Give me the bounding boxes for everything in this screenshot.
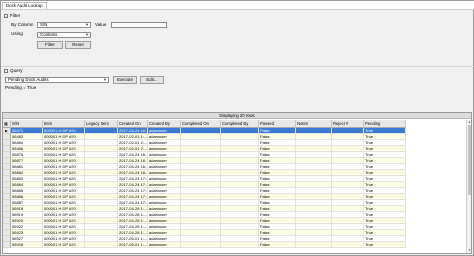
column-header[interactable]: Legacy Item — [85, 120, 118, 128]
column-header[interactable]: Completed On — [181, 120, 221, 128]
query-header-label: Query — [10, 68, 23, 73]
table-cell[interactable]: True — [364, 242, 406, 248]
by-column-value: S/N — [40, 22, 48, 27]
table-cell[interactable]: adamuser — [148, 242, 181, 248]
scrollbar-thumb[interactable] — [468, 125, 471, 195]
table-cell[interactable] — [296, 242, 332, 248]
value-input[interactable] — [111, 22, 167, 28]
row-header[interactable] — [3, 242, 11, 248]
window-tab[interactable]: Dock Audit Lookup — [2, 2, 47, 9]
collapse-toggle-icon[interactable]: - — [4, 13, 8, 18]
execute-button[interactable]: Execute — [113, 76, 137, 84]
scroll-down-icon[interactable]: ▼ — [467, 248, 471, 253]
reset-button[interactable]: Reset — [65, 41, 91, 49]
grid-corner-icon[interactable]: ▦ — [3, 120, 11, 128]
query-group-header[interactable]: - Query — [4, 68, 23, 74]
edit-button[interactable]: Edit... — [140, 76, 164, 84]
table-cell[interactable]: 2017-05-01 1:... — [118, 242, 148, 248]
using-select[interactable]: Contains ▼ — [37, 32, 91, 38]
table-cell[interactable] — [221, 242, 259, 248]
filter-group-header[interactable]: - Filter — [4, 13, 20, 19]
table-cell[interactable]: 56928 — [11, 242, 43, 248]
value-label: Value — [95, 22, 107, 27]
table-cell[interactable] — [332, 242, 364, 248]
by-column-select[interactable]: S/N ▼ — [37, 22, 91, 28]
using-label: Using — [11, 31, 23, 36]
column-header[interactable]: Completed By — [221, 120, 259, 128]
title-bar: Dock Audit Lookup — [1, 1, 474, 10]
query-selected-value: Pending Dock Audits — [8, 77, 49, 82]
table-cell[interactable] — [181, 242, 221, 248]
collapse-toggle-icon[interactable]: - — [4, 68, 8, 73]
filter-button[interactable]: Filter — [37, 41, 63, 49]
filter-header-label: Filter — [10, 13, 21, 18]
table-row[interactable]: 56928 000001 H DP #20 2017-05-01 1:... adam… — [3, 242, 406, 248]
query-condition-text: Pending = True — [5, 85, 37, 90]
table-cell[interactable]: False — [259, 242, 296, 248]
grid-header-row: ▦ S/N Item Legacy Item Created On Created By C… — [3, 120, 406, 128]
grid-body: ▶ 56471 000001 H DP #20 2017-04-24 16:... ad… — [3, 128, 406, 248]
chevron-down-icon[interactable]: ▼ — [85, 23, 89, 27]
column-header[interactable]: Created By — [148, 120, 181, 128]
chevron-down-icon[interactable]: ▼ — [103, 78, 107, 82]
results-grid: Displaying 20 rows ▦ S/N Item Legacy Item Cr… — [2, 112, 472, 254]
by-column-label: By Column — [11, 22, 34, 27]
grid-row-count: Displaying 20 rows — [3, 113, 471, 119]
table-cell[interactable]: 000001 H DP #20 — [43, 242, 85, 248]
using-value: Contains — [40, 32, 58, 37]
column-header[interactable]: Pending — [364, 120, 406, 128]
column-header[interactable]: Item — [43, 120, 85, 128]
column-header[interactable]: S/N — [11, 120, 43, 128]
section-divider — [1, 66, 474, 67]
table-cell[interactable] — [85, 242, 118, 248]
chevron-down-icon[interactable]: ▼ — [85, 33, 89, 37]
column-header[interactable]: Created On — [118, 120, 148, 128]
query-select[interactable]: Pending Dock Audits ▼ — [5, 77, 109, 83]
column-header[interactable]: Reject # — [332, 120, 364, 128]
dock-audit-lookup-window: Dock Audit Lookup - Filter By Column S/N … — [0, 0, 474, 256]
vertical-scrollbar[interactable]: ▲ ▼ — [466, 120, 471, 253]
column-header[interactable]: Notes — [296, 120, 332, 128]
column-header[interactable]: Passed — [259, 120, 296, 128]
